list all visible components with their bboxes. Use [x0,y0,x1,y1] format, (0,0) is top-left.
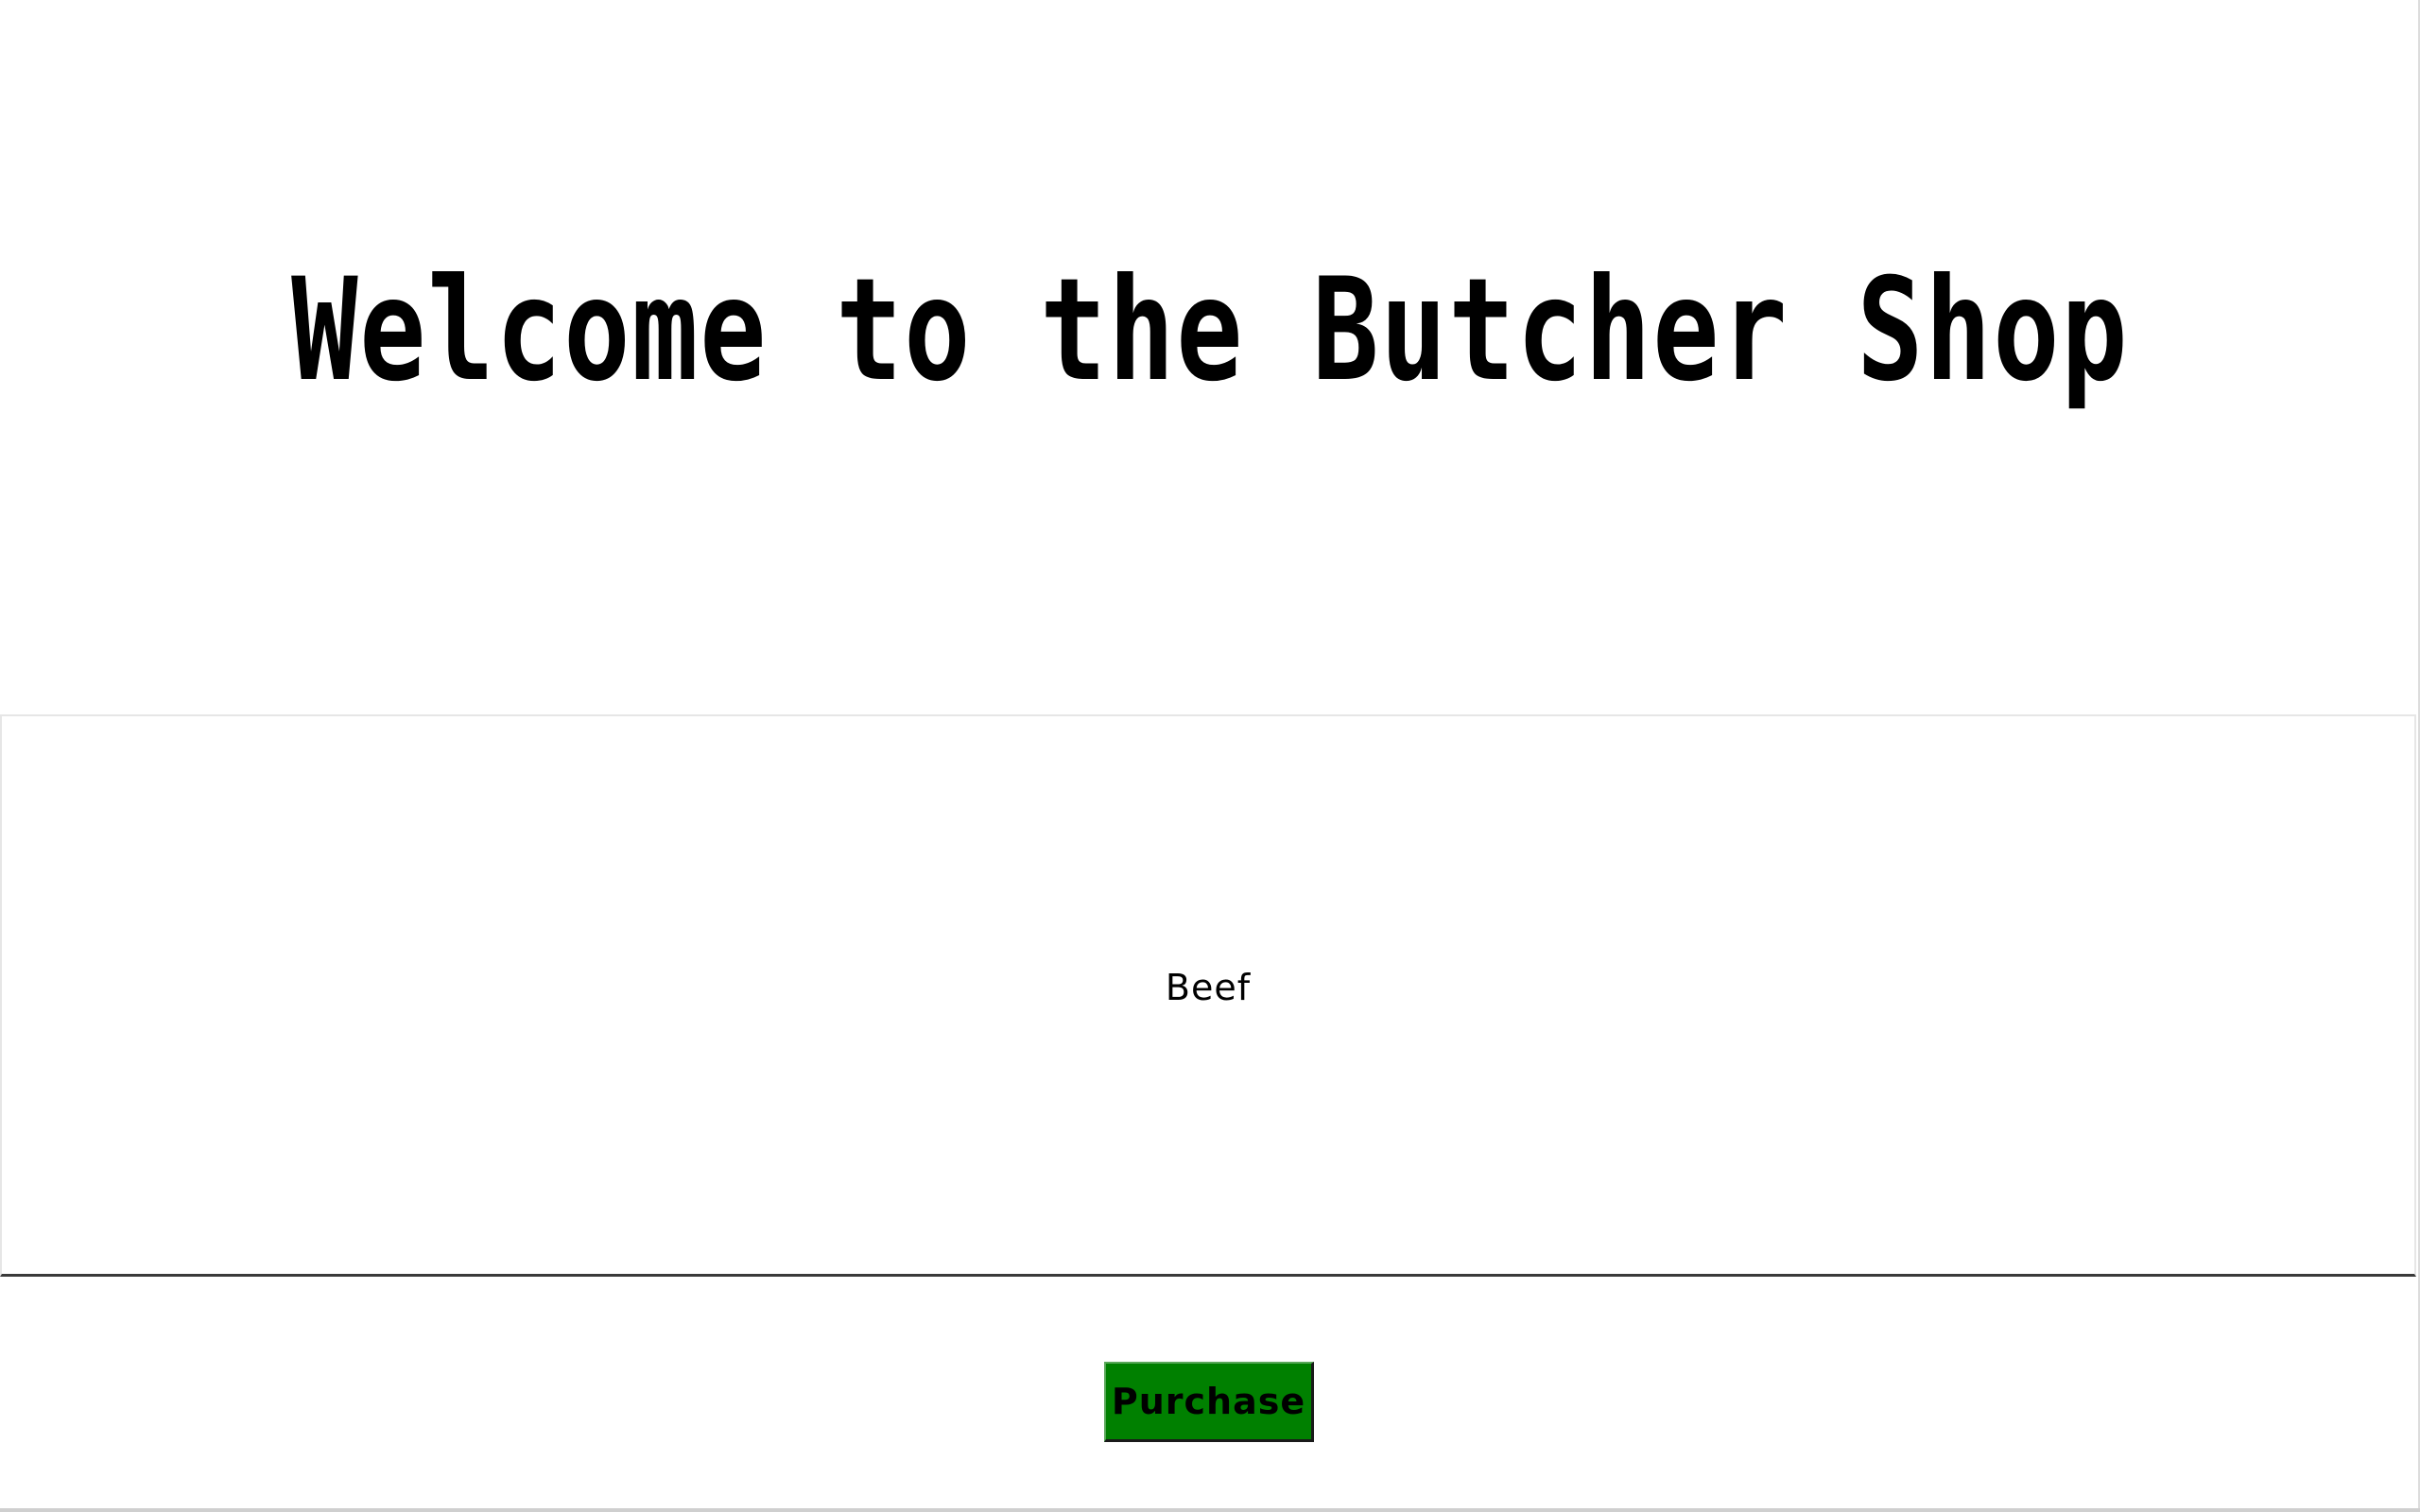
purchase-button[interactable]: Purchase [1104,1362,1314,1442]
bottom-edge [0,1508,2420,1512]
product-panel: Beef [0,714,2416,1277]
page-header: Welcome to the Butcher Shop [0,0,2420,714]
page-title: Welcome to the Butcher Shop [290,249,2130,413]
product-name: Beef [1165,967,1252,1008]
